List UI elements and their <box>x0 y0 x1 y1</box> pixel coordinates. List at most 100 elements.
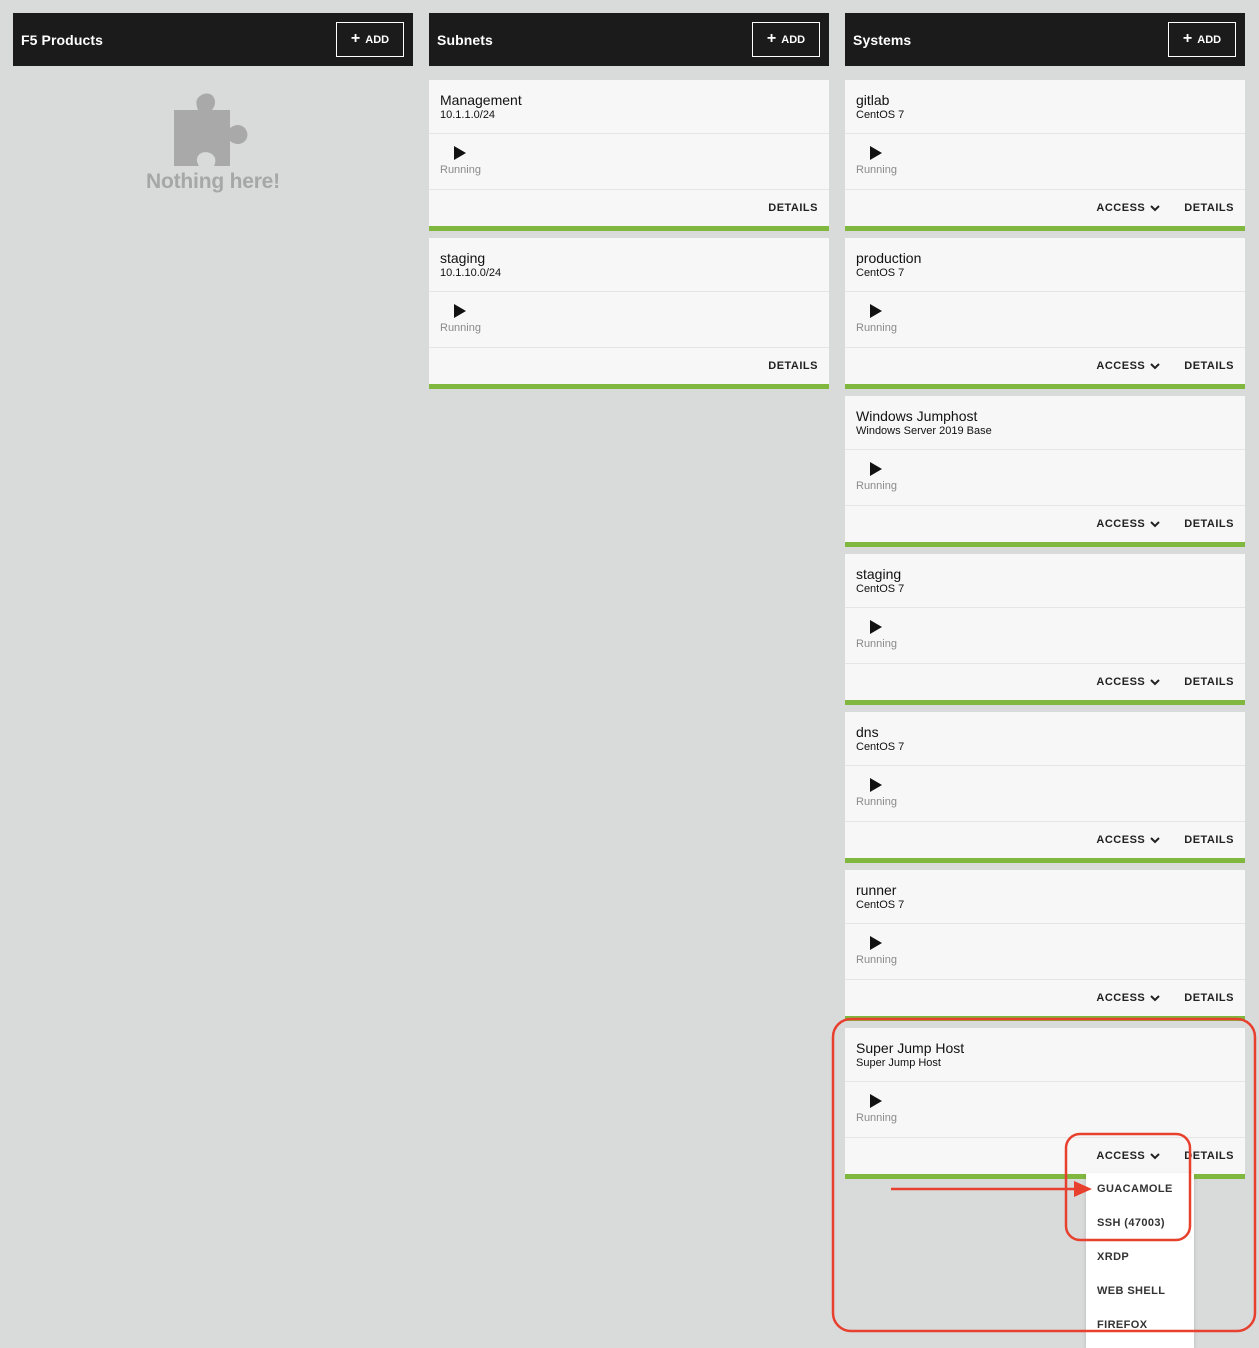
status-text: Running <box>856 1112 897 1124</box>
card-actions: DETAILS <box>429 348 829 384</box>
status-text: Running <box>856 638 897 650</box>
access-menu-item-firefox[interactable]: FIREFOX <box>1086 1308 1194 1342</box>
subnets-column: Subnets + ADD Management 10.1.1.0/24 Run… <box>429 13 829 396</box>
card-title: gitlab <box>856 92 890 108</box>
card-subtitle: CentOS 7 <box>856 899 905 911</box>
details-button[interactable]: DETAILS <box>1184 202 1234 214</box>
card-actions: ACCESS DETAILS <box>845 664 1245 700</box>
empty-state: Nothing here! <box>13 66 413 194</box>
f5-products-header: F5 Products + ADD <box>13 13 413 66</box>
card-status: Running <box>845 450 1245 506</box>
card-status: Running <box>429 134 829 190</box>
chevron-down-icon <box>1150 1152 1160 1159</box>
card-actions: ACCESS DETAILS <box>845 1138 1245 1174</box>
card-head: staging 10.1.10.0/24 <box>429 238 829 292</box>
access-label: ACCESS <box>1096 1150 1146 1162</box>
system-card: staging CentOS 7 Running ACCESS DETAILS <box>845 554 1245 705</box>
card-title: production <box>856 250 922 266</box>
play-icon[interactable] <box>869 461 883 477</box>
access-dropdown-button[interactable]: ACCESS <box>1096 676 1160 688</box>
add-label: ADD <box>365 33 390 46</box>
access-menu-item-xrdp[interactable]: XRDP <box>1086 1240 1194 1274</box>
access-menu-item-guacamole[interactable]: GUACAMOLE <box>1086 1172 1194 1206</box>
details-button[interactable]: DETAILS <box>768 360 818 372</box>
details-button[interactable]: DETAILS <box>1184 360 1234 372</box>
access-dropdown-button[interactable]: ACCESS <box>1096 360 1160 372</box>
system-card: dns CentOS 7 Running ACCESS DETAILS <box>845 712 1245 863</box>
details-button[interactable]: DETAILS <box>1184 1150 1234 1162</box>
status-text: Running <box>856 164 897 176</box>
access-label: ACCESS <box>1096 518 1146 530</box>
card-subtitle: CentOS 7 <box>856 109 905 121</box>
add-label: ADD <box>1197 33 1222 46</box>
card-actions: ACCESS DETAILS <box>845 506 1245 542</box>
access-menu-item-ssh[interactable]: SSH (47003) <box>1086 1206 1194 1240</box>
subnets-title: Subnets <box>437 31 493 48</box>
access-dropdown-button[interactable]: ACCESS <box>1096 1150 1160 1162</box>
play-icon[interactable] <box>453 303 467 319</box>
chevron-down-icon <box>1150 204 1160 211</box>
play-icon[interactable] <box>869 145 883 161</box>
card-head: Management 10.1.1.0/24 <box>429 80 829 134</box>
add-system-button[interactable]: + ADD <box>1168 22 1236 57</box>
access-dropdown-menu: GUACAMOLE SSH (47003) XRDP WEB SHELL FIR… <box>1086 1173 1194 1348</box>
access-dropdown-button[interactable]: ACCESS <box>1096 992 1160 1004</box>
details-button[interactable]: DETAILS <box>1184 992 1234 1004</box>
puzzle-piece-icon <box>174 93 248 166</box>
plus-icon: + <box>1182 29 1193 47</box>
card-status: Running <box>845 292 1245 348</box>
card-subtitle: Windows Server 2019 Base <box>856 425 992 437</box>
access-dropdown-button[interactable]: ACCESS <box>1096 834 1160 846</box>
card-actions: ACCESS DETAILS <box>845 190 1245 226</box>
card-head: Super Jump Host Super Jump Host <box>845 1028 1245 1082</box>
card-actions: ACCESS DETAILS <box>845 822 1245 858</box>
systems-header: Systems + ADD <box>845 13 1245 66</box>
card-status: Running <box>845 766 1245 822</box>
plus-icon: + <box>766 29 777 47</box>
play-icon[interactable] <box>869 935 883 951</box>
chevron-down-icon <box>1150 994 1160 1001</box>
subnet-cards: Management 10.1.1.0/24 Running DETAILS s… <box>429 80 829 389</box>
play-icon[interactable] <box>453 145 467 161</box>
chevron-down-icon <box>1150 520 1160 527</box>
add-subnet-button[interactable]: + ADD <box>752 22 820 57</box>
system-card: Windows Jumphost Windows Server 2019 Bas… <box>845 396 1245 547</box>
details-button[interactable]: DETAILS <box>1184 834 1234 846</box>
card-status: Running <box>845 608 1245 664</box>
card-status: Running <box>845 924 1245 980</box>
card-title: Windows Jumphost <box>856 408 978 424</box>
card-subtitle: 10.1.10.0/24 <box>440 267 502 279</box>
details-button[interactable]: DETAILS <box>768 202 818 214</box>
play-icon[interactable] <box>869 777 883 793</box>
card-title: dns <box>856 724 879 740</box>
card-subtitle: CentOS 7 <box>856 267 905 279</box>
systems-column: Systems + ADD gitlab CentOS 7 Running AC… <box>845 13 1245 1186</box>
card-status: Running <box>845 134 1245 190</box>
empty-state-text: Nothing here! <box>146 170 280 193</box>
card-subtitle: 10.1.1.0/24 <box>440 109 496 121</box>
status-text: Running <box>440 322 481 334</box>
status-text: Running <box>440 164 481 176</box>
chevron-down-icon <box>1150 362 1160 369</box>
system-card: gitlab CentOS 7 Running ACCESS DETAILS <box>845 80 1245 231</box>
play-icon[interactable] <box>869 1093 883 1109</box>
details-button[interactable]: DETAILS <box>1184 518 1234 530</box>
access-dropdown-button[interactable]: ACCESS <box>1096 202 1160 214</box>
card-subtitle: CentOS 7 <box>856 583 905 595</box>
card-title: staging <box>440 250 486 266</box>
add-f5-product-button[interactable]: + ADD <box>336 22 404 57</box>
add-label: ADD <box>781 33 806 46</box>
details-button[interactable]: DETAILS <box>1184 676 1234 688</box>
access-menu-item-web-shell[interactable]: WEB SHELL <box>1086 1274 1194 1308</box>
access-dropdown-button[interactable]: ACCESS <box>1096 518 1160 530</box>
status-text: Running <box>856 796 897 808</box>
play-icon[interactable] <box>869 619 883 635</box>
chevron-down-icon <box>1150 678 1160 685</box>
access-label: ACCESS <box>1096 676 1146 688</box>
system-card: production CentOS 7 Running ACCESS DETAI… <box>845 238 1245 389</box>
subnet-card: Management 10.1.1.0/24 Running DETAILS <box>429 80 829 231</box>
play-icon[interactable] <box>869 303 883 319</box>
access-label: ACCESS <box>1096 360 1146 372</box>
status-text: Running <box>856 322 897 334</box>
card-title: Management <box>440 92 522 108</box>
